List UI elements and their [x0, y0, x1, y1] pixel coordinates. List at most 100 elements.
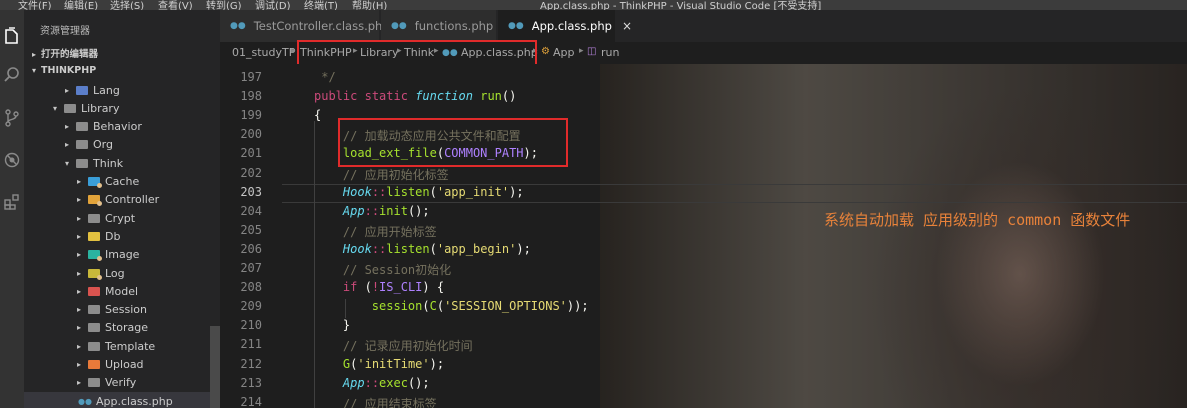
tree-item-label: Verify — [105, 376, 137, 390]
php-file-icon: ●● — [391, 21, 407, 31]
sidebar-scrollbar[interactable] — [210, 326, 220, 408]
chevron-right-icon: ▸ — [579, 46, 584, 56]
chevron-right-icon[interactable]: ▸ — [74, 287, 84, 296]
menu-help[interactable]: 帮助(H) — [352, 0, 387, 10]
code-token: // 记录应用初始化时间 — [314, 339, 473, 354]
folder-icon — [88, 323, 100, 333]
folder-icon — [88, 195, 102, 207]
chevron-right-icon[interactable]: ▸ — [62, 122, 72, 131]
code-line[interactable]: App::init(); — [314, 204, 430, 218]
tree-folder[interactable]: ▸ Db — [24, 227, 220, 245]
code-line[interactable]: */ — [314, 70, 335, 84]
extensions-icon[interactable] — [0, 188, 24, 216]
code-line[interactable]: session(C('SESSION_OPTIONS')); — [314, 299, 589, 313]
explorer-title: 资源管理器 — [40, 26, 90, 37]
code-line[interactable]: if (!IS_CLI) { — [314, 280, 444, 294]
chevron-right-icon[interactable]: ▸ — [74, 360, 84, 369]
menu-goto[interactable]: 转到(G) — [206, 0, 242, 10]
tree-folder[interactable]: ▸ Log — [24, 264, 220, 282]
code-line[interactable]: Hook::listen('app_begin'); — [314, 242, 531, 256]
tree-folder[interactable]: ▸ Model — [24, 282, 220, 300]
menu-view[interactable]: 查看(V) — [158, 0, 193, 10]
tree-folder[interactable]: ▸ Session — [24, 301, 220, 319]
chevron-right-icon[interactable]: ▸ — [74, 232, 84, 241]
tree-folder[interactable]: ▸ Org — [24, 136, 220, 154]
tree-file[interactable]: ●● App.class.php — [24, 392, 220, 408]
code-editor[interactable]: 197 198 199 200 201 202 203 204 205 206 207 208 209 2… — [220, 64, 1187, 408]
tree-folder[interactable]: ▸ Lang — [24, 81, 220, 99]
project-section[interactable]: ▾ THINKPHP — [32, 65, 96, 76]
source-control-icon[interactable] — [0, 104, 24, 132]
breadcrumb-item[interactable]: App — [553, 46, 575, 59]
tree-folder[interactable]: ▾ Library — [24, 99, 220, 117]
chevron-right-icon[interactable]: ▸ — [74, 342, 84, 351]
tree-folder[interactable]: ▾ Think — [24, 154, 220, 172]
chevron-right-icon[interactable]: ▸ — [74, 177, 84, 186]
code-token: } — [314, 318, 351, 333]
breadcrumb-item[interactable]: run — [601, 46, 619, 59]
tree-folder[interactable]: ▸ Template — [24, 337, 220, 355]
code-line[interactable]: // 记录应用初始化时间 — [314, 337, 473, 354]
close-icon[interactable]: × — [622, 19, 632, 33]
tree-folder[interactable]: ▸ Behavior — [24, 118, 220, 136]
menu-selection[interactable]: 选择(S) — [110, 0, 144, 10]
code-line[interactable]: App::exec(); — [314, 376, 430, 390]
files-icon[interactable] — [0, 22, 24, 50]
line-number-gutter: 197 198 199 200 201 202 203 204 205 206 207 208 209 2… — [220, 64, 280, 408]
chevron-right-icon[interactable]: ▸ — [74, 214, 84, 223]
tree-folder[interactable]: ▸ Controller — [24, 191, 220, 209]
line-number: 206 — [240, 241, 262, 256]
code-line[interactable]: } — [314, 318, 350, 332]
folder-icon — [88, 213, 100, 223]
code-token: 'SESSION_OPTIONS' — [444, 299, 567, 314]
code-line[interactable]: // 应用初始化标签 — [314, 166, 449, 183]
folder-icon — [88, 378, 100, 388]
debug-icon[interactable] — [0, 146, 24, 174]
tab-app-class[interactable]: ●● App.class.php × — [498, 10, 632, 42]
chevron-right-icon[interactable]: ▸ — [62, 140, 72, 149]
breadcrumb-item[interactable]: 01_studyTP — [232, 46, 295, 59]
chevron-down-icon[interactable]: ▾ — [50, 104, 60, 113]
tree-folder[interactable]: ▸ Storage — [24, 319, 220, 337]
code-token: // 应用开始标签 — [314, 224, 437, 239]
activity-bar — [0, 10, 24, 408]
tree-folder[interactable]: ▸ Cache — [24, 173, 220, 191]
code-token: 'initTime' — [357, 356, 430, 371]
tree-folder[interactable]: ▸ Upload — [24, 356, 220, 374]
code-line[interactable]: { — [314, 108, 321, 122]
code-token: :: — [371, 184, 387, 199]
tab-testcontroller[interactable]: ●● TestController.class.php — [220, 10, 390, 42]
menu-edit[interactable]: 编辑(E) — [64, 0, 98, 10]
code-line[interactable]: // 应用结束标签 — [314, 395, 437, 408]
menu-debug[interactable]: 调试(D) — [255, 0, 291, 10]
code-token: // 应用初始化标签 — [314, 167, 449, 182]
code-line[interactable]: Hook::listen('app_init'); — [314, 185, 524, 199]
menu-file[interactable]: 文件(F) — [18, 0, 52, 10]
search-icon[interactable] — [0, 60, 24, 88]
code-token: run — [480, 89, 502, 104]
tree-folder[interactable]: ▸ Crypt — [24, 209, 220, 227]
chevron-right-icon[interactable]: ▸ — [74, 378, 84, 387]
chevron-right-icon[interactable]: ▸ — [74, 323, 84, 332]
code-line[interactable]: // 应用开始标签 — [314, 223, 437, 240]
tree-folder[interactable]: ▸ Verify — [24, 374, 220, 392]
chevron-down-icon[interactable]: ▾ — [62, 159, 72, 168]
code-line[interactable]: // Session初始化 — [314, 261, 451, 278]
open-editors-section[interactable]: ▸ 打开的编辑器 — [32, 46, 98, 60]
chevron-right-icon: ▸ — [32, 50, 37, 59]
code-line[interactable]: G('initTime'); — [314, 357, 444, 371]
tree-item-label: Controller — [105, 193, 160, 207]
code-token: ( — [429, 184, 437, 199]
tab-functions[interactable]: ●● functions.php — [381, 10, 497, 42]
chevron-right-icon[interactable]: ▸ — [62, 86, 72, 95]
tree-folder[interactable]: ▸ Image — [24, 246, 220, 264]
code-token: 'app_init' — [436, 184, 510, 199]
chevron-right-icon[interactable]: ▸ — [74, 305, 84, 314]
chevron-right-icon[interactable]: ▸ — [74, 269, 84, 278]
tree-item-label: Library — [81, 101, 120, 115]
chevron-right-icon[interactable]: ▸ — [74, 250, 84, 259]
menu-terminal[interactable]: 终端(T) — [304, 0, 338, 10]
chevron-right-icon[interactable]: ▸ — [74, 195, 84, 204]
code-line[interactable]: public static function run() — [314, 89, 516, 103]
